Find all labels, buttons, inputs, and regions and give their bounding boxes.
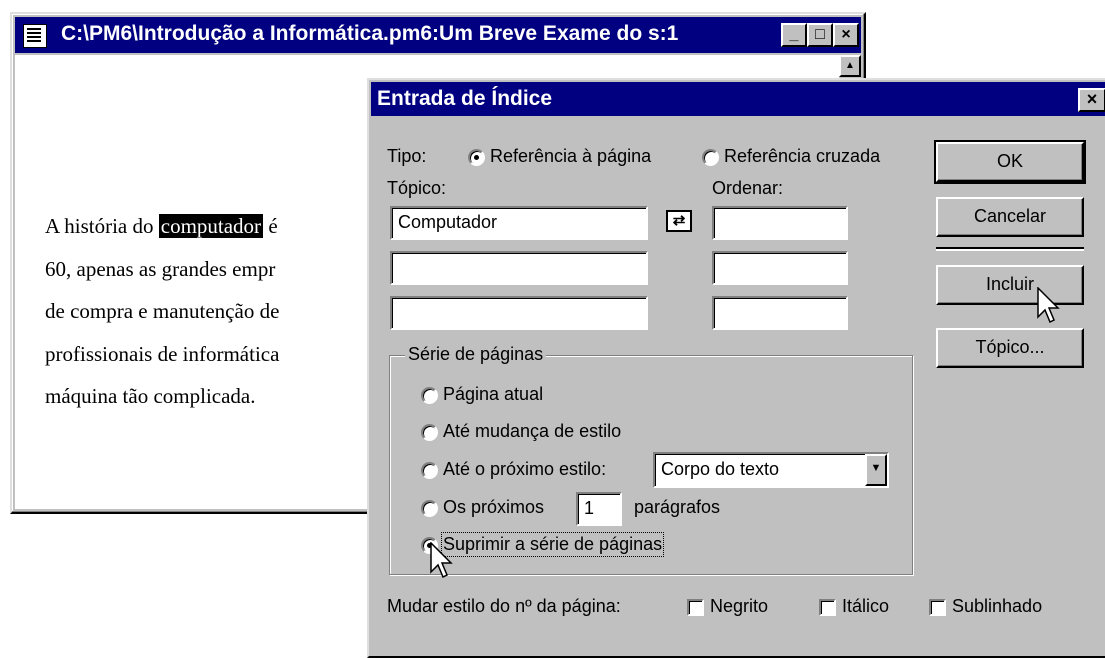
page-reference-label[interactable]: Referência à página [490,146,651,167]
dialog-title: Entrada de Índice [377,87,553,110]
topic-button[interactable]: Tópico... [936,328,1084,368]
document-title-bar[interactable]: C:\PM6\Introdução a Informática.pm6:Um B… [15,17,861,53]
topic-label: Tópico: [387,178,447,198]
close-button[interactable]: × [833,23,859,47]
radio-until-next-style[interactable] [421,462,438,479]
cross-reference-label[interactable]: Referência cruzada [724,146,880,167]
dropdown-arrow-icon[interactable]: ▼ [865,454,887,486]
until-next-style-label[interactable]: Até o próximo estilo: [443,459,606,480]
page-range-group-label: Série de páginas [405,344,547,365]
page-number-style-label: Mudar estilo do nº da página: [387,596,621,616]
paragraphs-suffix-label: parágrafos [634,497,721,517]
italic-checkbox[interactable] [819,599,836,616]
text-segment: A história do [45,214,159,238]
maximize-button[interactable]: □ [807,23,833,47]
index-entry-dialog: Entrada de Índice × Tipo: Referência à p… [367,78,1105,658]
sort-label: Ordenar: [712,178,784,198]
scroll-up-arrow-icon[interactable]: ▲ [839,55,861,77]
swap-icon[interactable]: ⇄ [666,210,692,232]
mouse-pointer-icon [1037,287,1060,324]
document-title: C:\PM6\Introdução a Informática.pm6:Um B… [61,22,679,45]
sort-level-3-input[interactable] [712,296,848,330]
current-page-label[interactable]: Página atual [443,384,543,405]
ok-button[interactable]: OK [934,140,1086,184]
mouse-pointer-icon [430,542,453,579]
topic-level-2-input[interactable] [390,251,648,285]
next-paragraphs-label[interactable]: Os próximos [443,497,544,518]
topic-level-1-input[interactable]: Computador [390,206,648,240]
document-icon[interactable] [23,24,47,48]
radio-page-reference[interactable] [468,149,485,166]
next-style-select[interactable]: Corpo do texto ▼ [653,452,889,488]
button-separator [936,247,1084,251]
text-segment: é [263,214,278,238]
sort-level-2-input[interactable] [712,251,848,285]
radio-current-page[interactable] [421,387,438,404]
dialog-title-bar[interactable]: Entrada de Índice × [371,82,1105,116]
minimize-button[interactable]: _ [781,23,807,47]
sort-level-1-input[interactable] [712,206,848,240]
cancel-button[interactable]: Cancelar [936,197,1084,237]
next-style-value: Corpo do texto [661,459,780,479]
topic-level-3-input[interactable] [390,296,648,330]
radio-until-style-change[interactable] [421,424,438,441]
bold-label[interactable]: Negrito [710,596,768,617]
suppress-page-range-label[interactable]: Suprimir a série de páginas [440,532,665,557]
radio-next-paragraphs[interactable] [421,500,438,517]
type-label: Tipo: [387,146,427,166]
italic-label[interactable]: Itálico [842,596,889,617]
paragraph-count-input[interactable]: 1 [576,492,622,526]
selected-word: computador [158,214,264,238]
radio-cross-reference[interactable] [702,149,719,166]
bold-checkbox[interactable] [687,599,704,616]
underline-checkbox[interactable] [929,599,946,616]
dialog-close-button[interactable]: × [1078,88,1105,112]
until-style-change-label[interactable]: Até mudança de estilo [443,421,621,442]
underline-label[interactable]: Sublinhado [952,596,1042,617]
